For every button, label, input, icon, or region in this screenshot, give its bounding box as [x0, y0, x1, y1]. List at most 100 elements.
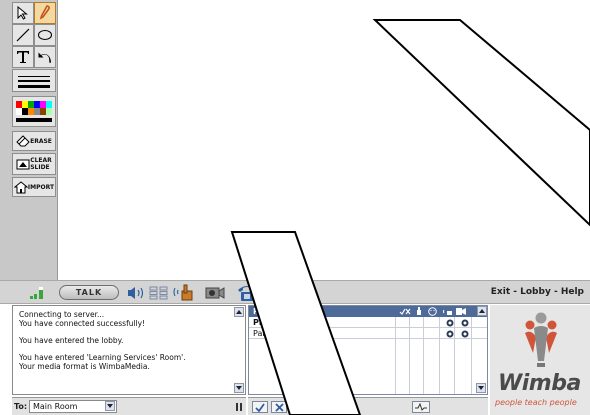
undo-tool-button[interactable] — [34, 46, 56, 68]
status-indicator-icon — [461, 319, 469, 327]
cross-icon — [274, 402, 284, 412]
palette-swatch[interactable] — [46, 107, 52, 115]
line-weight-icon — [18, 75, 50, 88]
color-palette[interactable] — [12, 96, 56, 127]
recipient-dropdown-button[interactable] — [105, 401, 115, 411]
pen-tool-button[interactable] — [34, 2, 56, 24]
chat-message: You have entered the lobby. — [19, 336, 124, 345]
raise-hand-button[interactable] — [290, 401, 306, 413]
yes-button[interactable] — [252, 401, 268, 413]
people-scroll-up-button[interactable] — [477, 306, 487, 316]
palette-swatch[interactable] — [28, 100, 34, 108]
no-button[interactable] — [271, 401, 287, 413]
checkmark-icon — [255, 402, 265, 412]
people-column-divider — [423, 317, 424, 394]
whiteboard-toolbar: ERASE CLEAR SLIDE IMPORT — [0, 0, 58, 280]
people-scroll-down-button[interactable] — [476, 383, 486, 393]
recipient-select[interactable]: Main Room — [29, 400, 117, 413]
lobby-link[interactable]: Lobby — [520, 287, 551, 297]
palette-swatch[interactable] — [22, 100, 28, 108]
hand-icon — [417, 307, 421, 315]
chevron-down-icon — [107, 404, 113, 408]
pen-icon — [39, 5, 50, 20]
chat-log-panel[interactable]: Connecting to server... You have connect… — [12, 305, 246, 395]
pulse-wave-icon — [415, 403, 427, 411]
activity-meter-button[interactable] — [412, 401, 430, 413]
line-width-selector[interactable] — [12, 69, 56, 92]
chat-message: You have connected successfully! — [19, 319, 146, 328]
chevron-down-icon — [236, 386, 242, 390]
palette-swatch[interactable] — [16, 107, 22, 115]
options-link[interactable]: Options — [274, 287, 317, 299]
pointer-tool-button[interactable] — [12, 2, 34, 24]
video-icon — [456, 308, 466, 315]
palette-swatch[interactable] — [40, 107, 46, 115]
ellipse-tool-button[interactable] — [34, 24, 56, 46]
palette-swatch[interactable] — [40, 100, 46, 108]
audio-icon — [443, 309, 452, 315]
chat-message: You have entered 'Learning Services' Roo… — [19, 353, 186, 362]
wimba-wordmark: Wimba — [498, 371, 581, 396]
eraser-icon — [16, 135, 30, 147]
current-color-bar — [16, 117, 52, 122]
exit-link[interactable]: Exit — [491, 287, 510, 297]
erase-button[interactable]: ERASE — [12, 131, 56, 151]
clear-slide-button[interactable]: CLEAR SLIDE — [12, 153, 56, 175]
status-indicator-icon — [446, 330, 454, 338]
speaker-volume-icon[interactable] — [127, 286, 147, 300]
people-row-label: Participant — [253, 329, 296, 338]
chevron-up-icon — [274, 288, 284, 298]
wimba-people-logo-icon — [525, 312, 557, 367]
color-grid-icon — [16, 100, 52, 122]
erase-label: ERASE — [30, 137, 52, 145]
chat-recipient-bar: To: Main Room — [12, 397, 246, 415]
palette-swatch[interactable] — [28, 107, 34, 115]
palette-swatch[interactable] — [46, 100, 52, 108]
people-column-divider — [409, 317, 410, 394]
chat-message: Your media format is WimbaMedia. — [19, 362, 150, 371]
telephone-icon[interactable] — [236, 283, 258, 302]
text-t-icon — [17, 51, 29, 63]
talk-button[interactable]: TALK — [59, 285, 119, 300]
people-row-presenter[interactable]: Presenter — [249, 318, 487, 328]
wimba-tagline: people teach people — [495, 398, 577, 407]
people-panel: People (2) Presenter Participant — [248, 305, 488, 395]
palette-swatch[interactable] — [34, 107, 40, 115]
hand-raise-icon[interactable] — [172, 284, 196, 301]
text-tool-button[interactable] — [12, 46, 34, 68]
palette-swatch[interactable] — [22, 107, 28, 115]
emotion-menu-button[interactable] — [311, 401, 337, 413]
palette-swatch[interactable] — [16, 100, 22, 108]
video-camera-icon[interactable] — [205, 287, 225, 299]
chevron-down-icon — [478, 386, 484, 390]
chat-scroll-up-button[interactable] — [234, 307, 244, 317]
palette-swatch[interactable] — [34, 100, 40, 108]
line-tool-button[interactable] — [12, 24, 34, 46]
chat-messages: Connecting to server... You have connect… — [19, 310, 233, 371]
status-indicator-icon — [461, 330, 469, 338]
people-column-divider — [454, 317, 455, 394]
smiley-dropdown-icon — [315, 403, 332, 411]
pause-icon[interactable] — [234, 402, 244, 412]
import-label: IMPORT — [27, 183, 55, 191]
line-icon — [16, 28, 30, 42]
link-separator: - — [550, 287, 561, 297]
people-row-participant[interactable]: Participant — [249, 329, 487, 339]
people-column-divider — [395, 317, 396, 394]
session-links: Exit - Lobby - Help — [491, 287, 584, 297]
clear-label-line-2: SLIDE — [30, 164, 50, 171]
import-button[interactable]: IMPORT — [12, 177, 56, 197]
media-control-bar: TALK Options Exit - Lobby - Help — [0, 280, 590, 304]
to-label: To: — [14, 402, 28, 411]
people-header: People (2) — [249, 306, 487, 317]
smiley-icon — [428, 307, 437, 316]
chat-message: Connecting to server... — [19, 310, 105, 319]
whiteboard-canvas[interactable] — [59, 0, 590, 280]
help-link[interactable]: Help — [561, 287, 584, 297]
import-house-icon — [13, 180, 28, 193]
chevron-up-icon — [479, 309, 485, 313]
wimba-classroom-window: ERASE CLEAR SLIDE IMPORT TALK Options Ex… — [0, 0, 590, 415]
chat-scroll-down-button[interactable] — [234, 383, 244, 393]
volume-meter-icon — [149, 286, 168, 300]
hand-icon — [295, 402, 301, 411]
